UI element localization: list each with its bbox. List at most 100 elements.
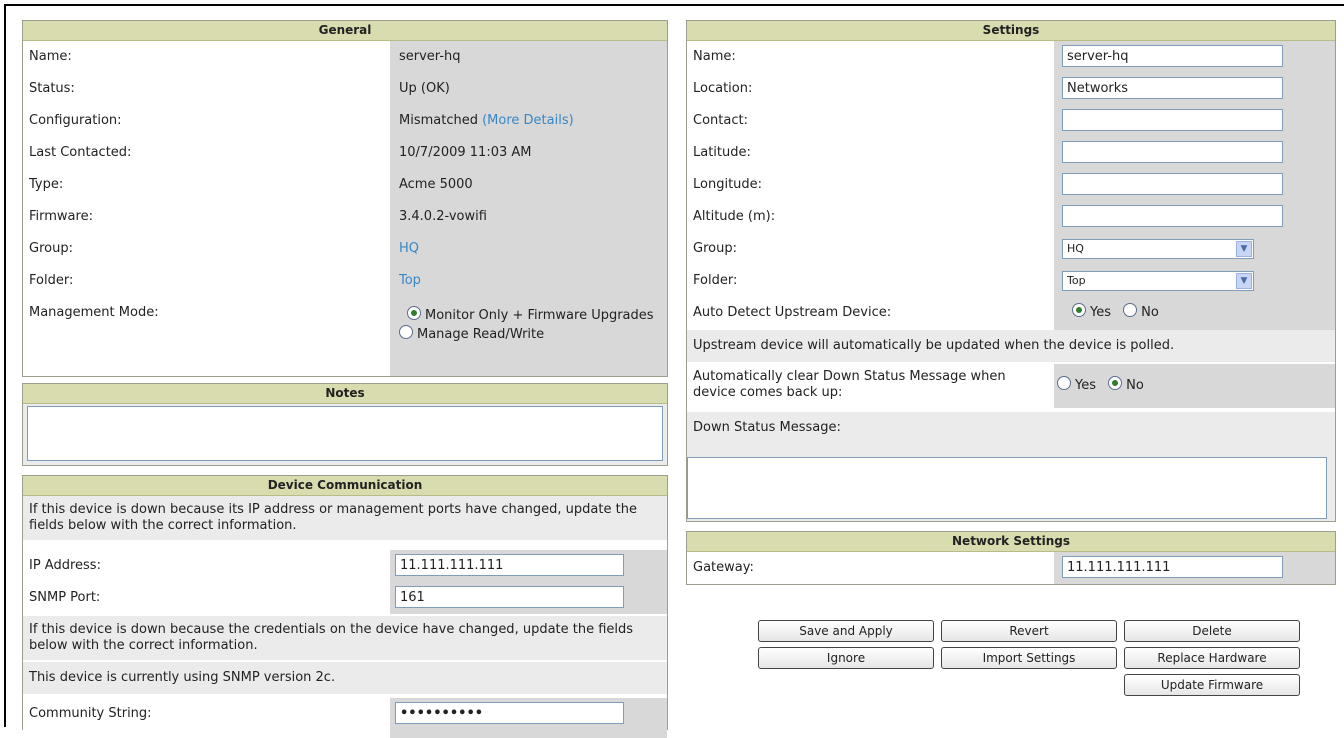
group-label: Group:: [29, 241, 73, 256]
last-contacted-value: 10/7/2009 11:03 AM: [399, 145, 532, 160]
auto-clear-options: Yes No: [1057, 364, 1144, 408]
delete-button[interactable]: Delete: [1124, 620, 1300, 642]
snmp-port-input[interactable]: [395, 586, 624, 608]
update-firmware-button[interactable]: Update Firmware: [1124, 674, 1300, 696]
notes-panel: Notes: [22, 383, 668, 466]
auto-clear-no-radio[interactable]: [1108, 376, 1123, 390]
group-link[interactable]: HQ: [399, 233, 419, 265]
mode-read-write-option[interactable]: Manage Read/Write: [399, 325, 654, 342]
settings-contact-label: Contact:: [693, 113, 748, 128]
replace-hardware-button[interactable]: Replace Hardware: [1124, 647, 1300, 669]
snmp-version-note: This device is currently using SNMP vers…: [23, 662, 667, 694]
settings-latitude-row: Latitude:: [687, 137, 1335, 169]
folder-link[interactable]: Top: [399, 265, 421, 297]
name-value: server-hq: [399, 49, 461, 64]
upstream-note-text: Upstream device will automatically be up…: [693, 338, 1175, 353]
settings-contact-input[interactable]: [1062, 109, 1283, 131]
auto-clear-row: Automatically clear Down Status Message …: [687, 364, 1335, 408]
gateway-input[interactable]: [1062, 556, 1283, 578]
mode-monitor-only-radio[interactable]: [407, 306, 421, 320]
configuration-label: Configuration:: [29, 113, 122, 128]
auto-detect-yes-label: Yes: [1090, 305, 1111, 320]
settings-longitude-input[interactable]: [1062, 173, 1283, 195]
settings-folder-select[interactable]: Top ▼: [1062, 271, 1254, 291]
auto-clear-yes-label: Yes: [1075, 378, 1096, 393]
firmware-label: Firmware:: [29, 209, 93, 224]
settings-contact-row: Contact:: [687, 105, 1335, 137]
settings-altitude-row: Altitude (m):: [687, 201, 1335, 233]
general-row-type: Type: Acme 5000: [23, 169, 667, 201]
general-row-firmware: Firmware: 3.4.0.2-vowifi: [23, 201, 667, 233]
auto-detect-no-radio[interactable]: [1123, 303, 1138, 317]
device-communication-panel: Device Communication If this device is d…: [22, 475, 668, 738]
ip-address-row: IP Address:: [23, 550, 667, 582]
down-status-message-section: Down Status Message:: [687, 412, 1335, 521]
community-string-input[interactable]: [395, 702, 624, 724]
import-settings-button[interactable]: Import Settings: [941, 647, 1117, 669]
general-row-management-mode: Management Mode: Monitor Only + Firmware…: [23, 297, 667, 377]
chevron-down-icon[interactable]: ▼: [1236, 273, 1252, 289]
more-details-link[interactable]: (More Details): [482, 113, 574, 128]
settings-header: Settings: [687, 21, 1335, 41]
folder-label: Folder:: [29, 273, 74, 288]
ignore-button[interactable]: Ignore: [758, 647, 934, 669]
auto-clear-yes-radio[interactable]: [1057, 376, 1071, 390]
settings-location-input[interactable]: [1062, 77, 1283, 99]
ip-address-label: IP Address:: [29, 558, 101, 573]
mode-read-write-radio[interactable]: [399, 325, 413, 339]
auto-detect-row: Auto Detect Upstream Device: Yes No: [687, 297, 1335, 329]
settings-longitude-row: Longitude:: [687, 169, 1335, 201]
snmp-version-note-text: This device is currently using SNMP vers…: [29, 670, 336, 685]
settings-altitude-label: Altitude (m):: [693, 209, 776, 224]
mode-read-write-label: Manage Read/Write: [417, 327, 545, 342]
community-string-row: Community String:: [23, 698, 667, 730]
settings-panel: Settings Name: Location: Contact: Latitu…: [686, 20, 1336, 522]
settings-folder-selected: Top: [1067, 274, 1086, 287]
settings-altitude-input[interactable]: [1062, 205, 1283, 227]
settings-latitude-input[interactable]: [1062, 141, 1283, 163]
general-row-folder: Folder: Top: [23, 265, 667, 297]
chevron-down-icon[interactable]: ▼: [1236, 241, 1252, 257]
snmp-port-label: SNMP Port:: [29, 590, 101, 605]
network-settings-header: Network Settings: [687, 532, 1335, 552]
settings-location-label: Location:: [693, 81, 753, 96]
mode-monitor-only-option[interactable]: Monitor Only + Firmware Upgrades: [399, 306, 654, 323]
auto-detect-options: Yes No: [1072, 297, 1159, 329]
general-panel: General Name: server-hq Status: Up (OK) …: [22, 20, 668, 377]
general-row-last-contacted: Last Contacted: 10/7/2009 11:03 AM: [23, 137, 667, 169]
auto-clear-no-label: No: [1126, 378, 1144, 393]
auto-clear-label: Automatically clear Down Status Message …: [693, 369, 1006, 400]
last-contacted-label: Last Contacted:: [29, 145, 132, 160]
general-row-status: Status: Up (OK): [23, 73, 667, 105]
general-header: General: [23, 21, 667, 41]
type-label: Type:: [29, 177, 64, 192]
settings-name-row: Name:: [687, 41, 1335, 73]
snmp-port-row: SNMP Port:: [23, 582, 667, 614]
revert-button[interactable]: Revert: [941, 620, 1117, 642]
device-communication-intro-text: If this device is down because its IP ad…: [29, 502, 637, 533]
ip-address-input[interactable]: [395, 554, 624, 576]
device-communication-header: Device Communication: [23, 476, 667, 496]
management-mode-label: Management Mode:: [29, 305, 159, 320]
configuration-value: Mismatched: [399, 113, 478, 128]
settings-group-select[interactable]: HQ ▼: [1062, 239, 1254, 259]
status-label: Status:: [29, 81, 75, 96]
settings-longitude-label: Longitude:: [693, 177, 763, 192]
community-string-label: Community String:: [29, 706, 152, 721]
settings-folder-row: Folder: Top ▼: [687, 265, 1335, 297]
credentials-note-text: If this device is down because the crede…: [29, 622, 634, 653]
down-status-message-textarea[interactable]: [687, 457, 1327, 519]
down-status-message-label: Down Status Message:: [693, 420, 841, 435]
settings-name-input[interactable]: [1062, 45, 1283, 67]
general-row-group: Group: HQ: [23, 233, 667, 265]
notes-textarea[interactable]: [27, 406, 663, 461]
upstream-note: Upstream device will automatically be up…: [687, 330, 1335, 362]
gateway-row: Gateway:: [687, 552, 1335, 584]
save-and-apply-button[interactable]: Save and Apply: [758, 620, 934, 642]
settings-name-label: Name:: [693, 49, 736, 64]
general-row-name: Name: server-hq: [23, 41, 667, 73]
auto-detect-no-label: No: [1141, 305, 1159, 320]
auto-detect-yes-radio[interactable]: [1072, 303, 1086, 317]
mode-monitor-only-label: Monitor Only + Firmware Upgrades: [425, 308, 654, 323]
name-label: Name:: [29, 49, 72, 64]
